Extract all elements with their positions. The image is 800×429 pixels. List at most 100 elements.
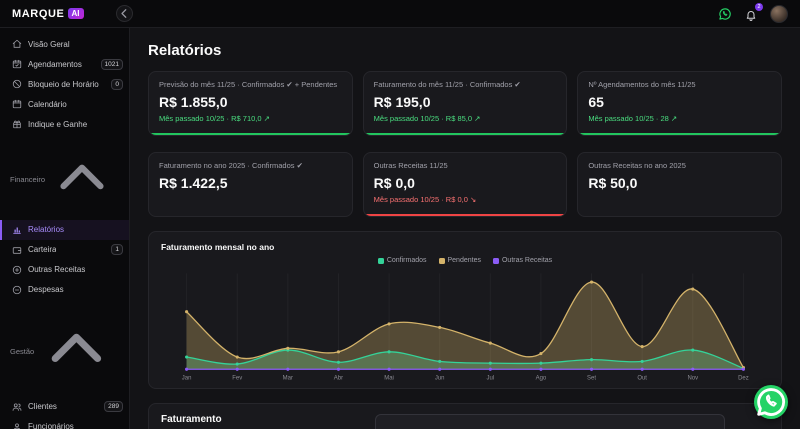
legend-label: Outras Receitas bbox=[502, 257, 552, 264]
sidebar-item-label: Carteira bbox=[28, 245, 56, 254]
brand-logo[interactable]: MARQUE AI bbox=[12, 8, 84, 20]
calendar-icon bbox=[12, 99, 22, 109]
stat-card: Faturamento do mês 11/25 · Confirmados ✔… bbox=[363, 71, 568, 136]
legend-swatch bbox=[378, 258, 384, 264]
count-badge: 1 bbox=[111, 244, 123, 255]
sidebar-item-visao-geral[interactable]: Visão Geral bbox=[0, 34, 129, 54]
svg-text:Ago: Ago bbox=[536, 375, 547, 381]
stat-card-accent-bar bbox=[149, 133, 352, 135]
notifications-button[interactable]: 2 bbox=[745, 8, 757, 20]
stat-card-label: Outras Receitas no ano 2025 bbox=[588, 161, 771, 170]
avatar[interactable] bbox=[770, 5, 788, 23]
count-badge: 289 bbox=[104, 401, 123, 412]
sidebar-item-calendario[interactable]: Calendário bbox=[0, 94, 129, 114]
svg-text:Jun: Jun bbox=[435, 375, 445, 381]
sidebar-item-label: Despesas bbox=[28, 285, 64, 294]
bar-chart-icon bbox=[12, 225, 22, 235]
monthly-revenue-chart-card: Faturamento mensal no ano Confirmados Pen… bbox=[148, 231, 782, 389]
sidebar-item-label: Relatórios bbox=[28, 225, 64, 234]
stat-card: Outras Receitas no ano 2025 R$ 50,0 bbox=[577, 152, 782, 217]
sidebar-item-label: Agendamentos bbox=[28, 60, 82, 69]
topbar: MARQUE AI 2 bbox=[0, 0, 800, 28]
legend-swatch bbox=[439, 258, 445, 264]
count-badge: 1021 bbox=[101, 59, 123, 70]
legend-label: Pendentes bbox=[448, 257, 481, 264]
stat-card-comparison: Mês passado 10/25 · R$ 85,0 ↗ bbox=[374, 114, 557, 123]
legend-label: Confirmados bbox=[387, 257, 427, 264]
sidebar-item-label: Funcionários bbox=[28, 422, 74, 429]
stat-card: Previsão do mês 11/25 · Confirmados ✔ + … bbox=[148, 71, 353, 136]
stat-card-accent-bar bbox=[364, 133, 567, 135]
svg-text:Set: Set bbox=[587, 375, 596, 381]
wallet-icon bbox=[12, 245, 22, 255]
stat-card-label: Faturamento no ano 2025 · Confirmados ✔ bbox=[159, 161, 342, 170]
chevron-up-icon bbox=[45, 143, 119, 217]
section-title: Faturamento bbox=[161, 414, 228, 425]
main-content: Relatórios Previsão do mês 11/25 · Confi… bbox=[130, 28, 800, 429]
sidebar-item-funcionarios[interactable]: Funcionários bbox=[0, 417, 129, 429]
legend-item[interactable]: Pendentes bbox=[439, 257, 481, 264]
section-title: Gestão bbox=[10, 347, 34, 356]
sidebar-section-gestao[interactable]: Gestão bbox=[0, 300, 129, 397]
svg-text:Fev: Fev bbox=[232, 375, 242, 381]
stat-card: Outras Receitas 11/25 R$ 0,0 Mês passado… bbox=[363, 152, 568, 217]
legend-item[interactable]: Confirmados bbox=[378, 257, 427, 264]
whatsapp-icon[interactable] bbox=[718, 7, 732, 21]
stat-card: Faturamento no ano 2025 · Confirmados ✔ … bbox=[148, 152, 353, 217]
app-root: MARQUE AI 2 Visão Geral Agendamentos 102… bbox=[0, 0, 800, 429]
stat-card-value: R$ 0,0 bbox=[374, 175, 557, 191]
period-selector[interactable]: 11/2025 bbox=[375, 414, 725, 429]
stat-card-label: Previsão do mês 11/25 · Confirmados ✔ + … bbox=[159, 80, 342, 89]
notification-badge: 2 bbox=[755, 3, 763, 11]
legend-item[interactable]: Outras Receitas bbox=[493, 257, 552, 264]
whatsapp-icon bbox=[754, 385, 788, 419]
stat-card-value: R$ 50,0 bbox=[588, 175, 771, 191]
sidebar-item-bloqueio-de-horario[interactable]: Bloqueio de Horário 0 bbox=[0, 74, 129, 94]
chart-title: Faturamento mensal no ano bbox=[161, 242, 769, 252]
stat-card-accent-bar bbox=[364, 214, 567, 216]
faturamento-header: Faturamento Faturamento em R$ bbox=[161, 414, 228, 429]
sidebar-item-label: Outras Receitas bbox=[28, 265, 85, 274]
sidebar-item-indique-e-ganhe[interactable]: Indique e Ganhe bbox=[0, 114, 129, 134]
sidebar-item-clientes[interactable]: Clientes 289 bbox=[0, 397, 129, 417]
home-icon bbox=[12, 39, 22, 49]
section-title: Financeiro bbox=[10, 175, 45, 184]
brand-ai-badge: AI bbox=[68, 8, 84, 19]
chart-legend: Confirmados Pendentes Outras Receitas bbox=[161, 257, 769, 264]
minus-circle-icon bbox=[12, 285, 22, 295]
sidebar-item-agendamentos[interactable]: Agendamentos 1021 bbox=[0, 54, 129, 74]
calendar-icon bbox=[384, 418, 684, 429]
sidebar-item-relatorios[interactable]: Relatórios bbox=[0, 220, 129, 240]
plus-circle-icon bbox=[12, 265, 22, 275]
chevron-left-icon bbox=[117, 6, 132, 24]
faturamento-section: Faturamento Faturamento em R$ 11/2025 bbox=[148, 403, 782, 429]
chevron-up-icon bbox=[34, 309, 119, 394]
stat-card-value: R$ 195,0 bbox=[374, 94, 557, 110]
sidebar-item-outras-receitas[interactable]: Outras Receitas bbox=[0, 260, 129, 280]
svg-text:Mar: Mar bbox=[283, 375, 293, 381]
svg-text:Abr: Abr bbox=[334, 375, 343, 381]
sidebar-item-label: Clientes bbox=[28, 402, 57, 411]
whatsapp-fab-button[interactable] bbox=[754, 385, 788, 419]
calendar-check-icon bbox=[12, 59, 22, 69]
sidebar-item-carteira[interactable]: Carteira 1 bbox=[0, 240, 129, 260]
sidebar-collapse-button[interactable] bbox=[116, 5, 133, 22]
svg-text:Jan: Jan bbox=[182, 375, 192, 381]
brand-text: MARQUE bbox=[12, 8, 65, 20]
svg-text:Out: Out bbox=[637, 375, 647, 381]
svg-text:Dez: Dez bbox=[738, 375, 749, 381]
stat-card-comparison: Mês passado 10/25 · 28 ↗ bbox=[588, 114, 771, 123]
stat-card-label: Outras Receitas 11/25 bbox=[374, 161, 557, 170]
ban-icon bbox=[12, 79, 22, 89]
legend-swatch bbox=[493, 258, 499, 264]
stat-card: Nº Agendamentos do mês 11/25 65 Mês pass… bbox=[577, 71, 782, 136]
gift-icon bbox=[12, 119, 22, 129]
svg-text:Nov: Nov bbox=[687, 375, 698, 381]
revenue-area-chart: JanFevMarAbrMaiJunJulAgoSetOutNovDez bbox=[161, 266, 769, 384]
svg-text:Jul: Jul bbox=[486, 375, 494, 381]
stat-cards-grid: Previsão do mês 11/25 · Confirmados ✔ + … bbox=[148, 71, 782, 217]
sidebar-item-despesas[interactable]: Despesas bbox=[0, 280, 129, 300]
sidebar-section-financeiro[interactable]: Financeiro bbox=[0, 134, 129, 220]
stat-card-value: 65 bbox=[588, 94, 771, 110]
page-title: Relatórios bbox=[148, 42, 782, 59]
